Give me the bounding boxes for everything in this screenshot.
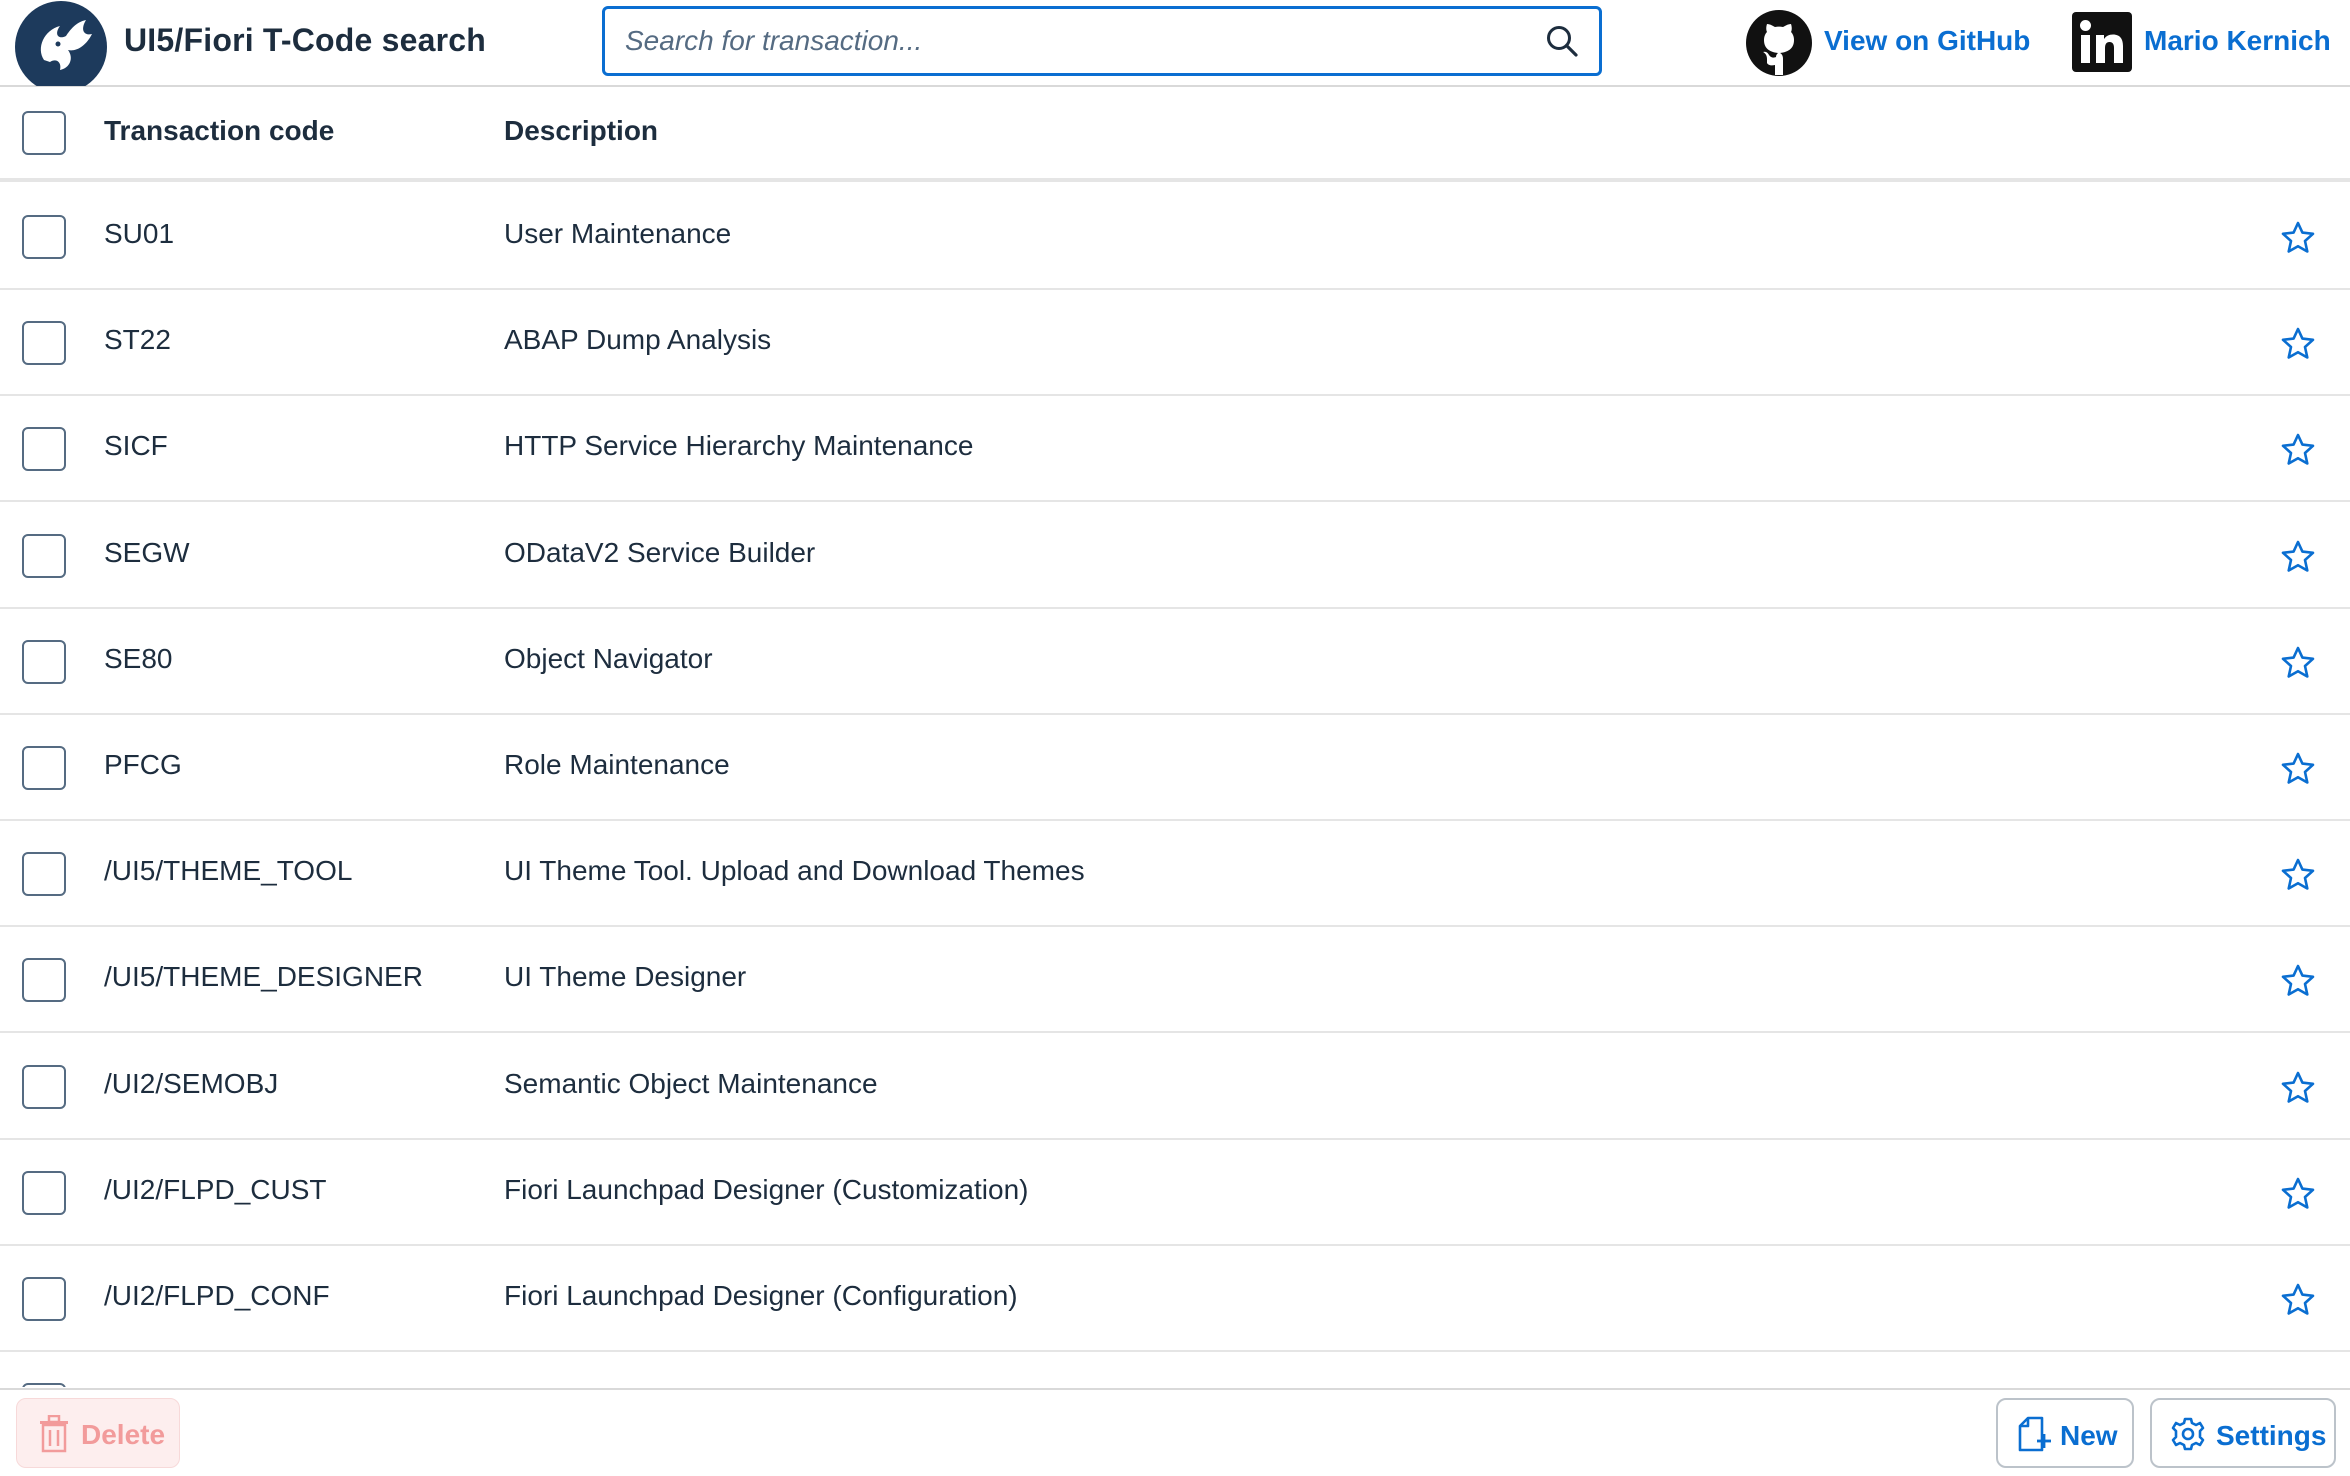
table-row[interactable]: SE80 Object Navigator — [0, 609, 2350, 715]
row-checkbox[interactable] — [22, 1383, 66, 1387]
search-input[interactable] — [625, 9, 1525, 73]
table-header: Transaction code Description — [0, 87, 2350, 182]
description-cell: User Maintenance — [504, 218, 732, 249]
row-checkbox[interactable] — [22, 746, 66, 790]
transaction-table: Transaction code Description SU01 User Ma… — [0, 87, 2350, 1387]
favorite-star-icon[interactable] — [2280, 857, 2316, 893]
description-cell: Role Maintenance — [504, 749, 730, 780]
delete-button[interactable]: Delete — [16, 1398, 180, 1468]
table-row[interactable]: SICF HTTP Service Hierarchy Maintenance — [0, 396, 2350, 503]
search-field[interactable] — [602, 6, 1602, 76]
column-header-description[interactable]: Description — [504, 115, 658, 147]
row-checkbox[interactable] — [22, 852, 66, 897]
table-row[interactable]: ST22 ABAP Dump Analysis — [0, 290, 2350, 397]
row-checkbox[interactable] — [22, 215, 66, 259]
favorite-star-icon[interactable] — [2280, 1282, 2316, 1318]
description-cell: UI Theme Tool. Upload and Download Theme… — [504, 855, 1085, 887]
description-cell: ABAP Dump Analysis — [504, 324, 772, 356]
delete-label: Delete — [81, 1419, 166, 1450]
transaction-code-cell: ST22 — [104, 324, 171, 356]
row-checkbox[interactable] — [22, 958, 66, 1003]
trash-icon — [40, 1415, 68, 1453]
row-checkbox[interactable] — [22, 427, 66, 472]
description-cell: ODataV2 Service Builder — [504, 536, 816, 568]
new-button[interactable]: New — [1996, 1398, 2134, 1468]
favorite-star-icon[interactable] — [2280, 432, 2316, 468]
favorite-star-icon[interactable] — [2280, 1070, 2316, 1106]
new-label: New — [2060, 1420, 2118, 1451]
table-row[interactable] — [0, 1352, 2350, 1387]
favorite-star-icon[interactable] — [2280, 326, 2316, 362]
description-cell: HTTP Service Hierarchy Maintenance — [504, 430, 974, 462]
transaction-code-cell: SEGW — [104, 536, 190, 568]
select-all-checkbox[interactable] — [22, 111, 66, 155]
row-checkbox[interactable] — [22, 533, 66, 578]
transaction-code-cell: PFCG — [104, 749, 182, 780]
transaction-code-cell: /UI5/THEME_DESIGNER — [104, 961, 423, 993]
transaction-code-cell: /UI2/SEMOBJ — [104, 1067, 279, 1099]
github-link[interactable]: View on GitHub — [1824, 25, 2030, 57]
transaction-code-cell: /UI2/FLPD_CUST — [104, 1173, 327, 1205]
linkedin-icon[interactable] — [2072, 12, 2132, 72]
transaction-code-cell: SICF — [104, 430, 168, 462]
github-icon[interactable] — [1745, 9, 1813, 77]
table-row[interactable]: /UI5/THEME_TOOL UI Theme Tool. Upload and… — [0, 821, 2350, 928]
transaction-code-cell: /UI5/THEME_TOOL — [104, 855, 353, 887]
settings-label: Settings — [2216, 1420, 2327, 1451]
favorite-star-icon[interactable] — [2280, 645, 2316, 681]
table-row[interactable]: PFCG Role Maintenance — [0, 715, 2350, 821]
settings-button[interactable]: Settings — [2150, 1398, 2336, 1468]
description-cell: Fiori Launchpad Designer (Configuration) — [504, 1280, 1018, 1311]
favorite-star-icon[interactable] — [2280, 539, 2316, 575]
description-cell: UI Theme Designer — [504, 961, 747, 993]
table-row[interactable]: /UI5/THEME_DESIGNER UI Theme Designer — [0, 927, 2350, 1034]
search-icon[interactable] — [1545, 24, 1579, 58]
row-checkbox[interactable] — [22, 321, 66, 366]
favorite-star-icon[interactable] — [2280, 1176, 2316, 1212]
row-checkbox[interactable] — [22, 639, 66, 684]
column-header-transaction-code[interactable]: Transaction code — [104, 115, 334, 147]
row-checkbox[interactable] — [22, 1277, 66, 1321]
transaction-code-cell: SU01 — [104, 218, 175, 249]
table-row[interactable]: /UI2/SEMOBJ Semantic Object Maintenance — [0, 1034, 2350, 1140]
favorite-star-icon[interactable] — [2280, 963, 2316, 999]
favorite-star-icon[interactable] — [2280, 751, 2316, 787]
description-cell: Semantic Object Maintenance — [504, 1067, 878, 1099]
author-link[interactable]: Mario Kernich — [2144, 25, 2331, 57]
transaction-code-cell: /UI2/FLPD_CONF — [104, 1280, 330, 1311]
row-checkbox[interactable] — [22, 1064, 66, 1109]
table-row[interactable]: SU01 User Maintenance — [0, 184, 2350, 290]
footer-toolbar: Delete New Settings — [0, 1388, 2350, 1476]
new-document-icon — [2018, 1416, 2051, 1452]
description-cell: Object Navigator — [504, 642, 713, 674]
app-title: UI5/Fiori T-Code search — [124, 22, 487, 58]
description-cell: Fiori Launchpad Designer (Customization) — [504, 1173, 1029, 1205]
phoenix-logo-icon[interactable] — [14, 0, 108, 86]
row-checkbox[interactable] — [22, 1170, 66, 1215]
table-row[interactable]: /UI2/FLPD_CONF Fiori Launchpad Designer (… — [0, 1246, 2350, 1352]
favorite-star-icon[interactable] — [2280, 220, 2316, 256]
transaction-code-cell: SE80 — [104, 642, 173, 674]
table-row[interactable]: SEGW ODataV2 Service Builder — [0, 503, 2350, 609]
app-header: UI5/Fiori T-Code search View on GitHub M… — [0, 0, 2350, 87]
table-row[interactable]: /UI2/FLPD_CUST Fiori Launchpad Designer (… — [0, 1140, 2350, 1246]
gear-icon — [2171, 1417, 2205, 1451]
